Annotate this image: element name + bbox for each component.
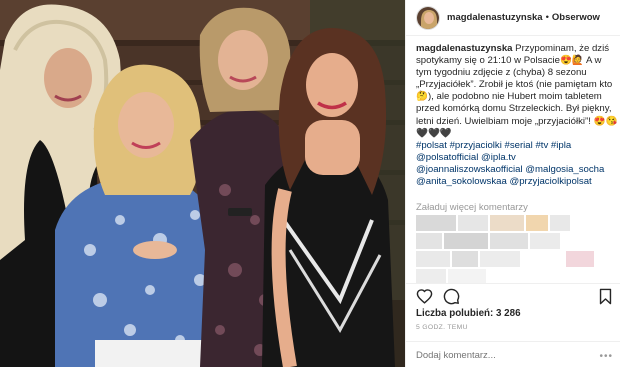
post-photo-image [0,0,405,367]
post-timestamp: 5 GODZ. TEMU [416,324,468,331]
caption-hashtags[interactable]: #polsat #przyjaciolki #serial #tv #ipla [416,140,571,151]
comment-icon[interactable] [443,288,460,305]
caption-emoji-1: 😍🙋 [559,55,584,67]
caption-emoji-2: 🤔 [416,91,428,103]
avatar[interactable] [416,5,440,30]
post-caption: magdalenastuzynska Przypominam, że dziś … [416,43,618,188]
caption-mentions-1[interactable]: @polsatofficial @ipla.tv [416,152,516,163]
caption-username[interactable]: magdalenastuzynska [416,43,513,54]
comment-input[interactable] [416,350,596,361]
likes-count[interactable]: Liczba polubień: 3 286 [416,308,521,319]
comment-bar: ••• [406,341,620,367]
blurred-comments [416,215,611,285]
caption-mentions-2[interactable]: @joannaliszowskaofficial @malgosia_socha [416,164,604,175]
more-options-icon[interactable]: ••• [599,351,613,362]
follow-button[interactable]: Obserwow [552,12,600,23]
heart-icon[interactable] [416,288,433,305]
caption-text-3: ), ale podobno nie Hubert moim tabletem … [416,91,612,127]
separator-dot: • [545,12,549,23]
caption-mentions-3[interactable]: @anita_sokolowskaa @przyjaciolkipolsat [416,176,592,187]
load-more-comments-button[interactable]: Załaduj więcej komentarzy [416,202,528,213]
post-actions-bar [406,283,620,305]
post-author-username[interactable]: magdalenastuzynska [447,12,543,23]
post-header: magdalenastuzynska • Obserwow [406,0,620,36]
bookmark-icon[interactable] [597,288,614,305]
post-photo[interactable] [0,0,405,367]
post-sidebar: magdalenastuzynska • Obserwow magdalenas… [405,0,620,367]
